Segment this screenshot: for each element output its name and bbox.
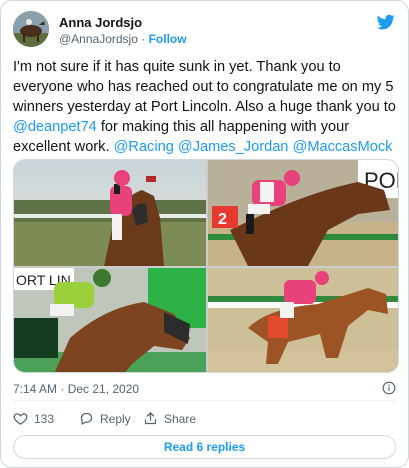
race-photo[interactable]: POR 2 (208, 160, 398, 266)
tweet-card: Anna Jordsjo @AnnaJordsjo · Follow I'm n… (0, 0, 409, 468)
like-button[interactable]: 133 (13, 411, 54, 426)
mention-link[interactable]: @deanpet74 (13, 119, 97, 135)
avatar[interactable] (13, 11, 49, 47)
info-icon[interactable] (382, 381, 396, 395)
tweet-header: Anna Jordsjo @AnnaJordsjo · Follow (13, 11, 396, 51)
mention-link[interactable]: @MaccasMock (293, 139, 393, 155)
race-photo[interactable] (208, 268, 398, 372)
media-grid: POR 2 ORT LIN (13, 159, 399, 373)
tweet-text: I'm not sure if it has quite sunk in yet… (13, 57, 403, 157)
share-label: Share (164, 411, 197, 426)
divider (13, 400, 396, 401)
handle-separator: · (141, 32, 146, 46)
race-photo[interactable] (14, 160, 206, 266)
share-icon (144, 412, 157, 425)
reply-icon (80, 412, 93, 425)
author-handle-row: @AnnaJordsjo · Follow (59, 32, 187, 46)
svg-text:2: 2 (218, 211, 227, 228)
tweet-timestamp[interactable]: 7:14 AM · Dec 21, 2020 (13, 382, 139, 396)
follow-button[interactable]: Follow (149, 32, 187, 46)
reply-button[interactable]: Reply (79, 411, 131, 426)
mention-link[interactable]: @James_Jordan (178, 139, 289, 155)
mention-link[interactable]: @Racing (114, 139, 174, 155)
reply-label: Reply (100, 411, 131, 426)
author-name[interactable]: Anna Jordsjo (59, 15, 142, 30)
twitter-bird-icon[interactable] (376, 13, 396, 31)
race-photo[interactable]: ORT LIN (14, 268, 206, 372)
heart-icon (13, 413, 28, 425)
share-button[interactable]: Share (143, 411, 196, 426)
author-handle[interactable]: @AnnaJordsjo (59, 32, 138, 46)
tweet-text-part: I'm not sure if it has quite sunk in yet… (13, 59, 396, 115)
read-replies-button[interactable]: Read 6 replies (13, 435, 396, 459)
like-count: 133 (34, 411, 55, 426)
